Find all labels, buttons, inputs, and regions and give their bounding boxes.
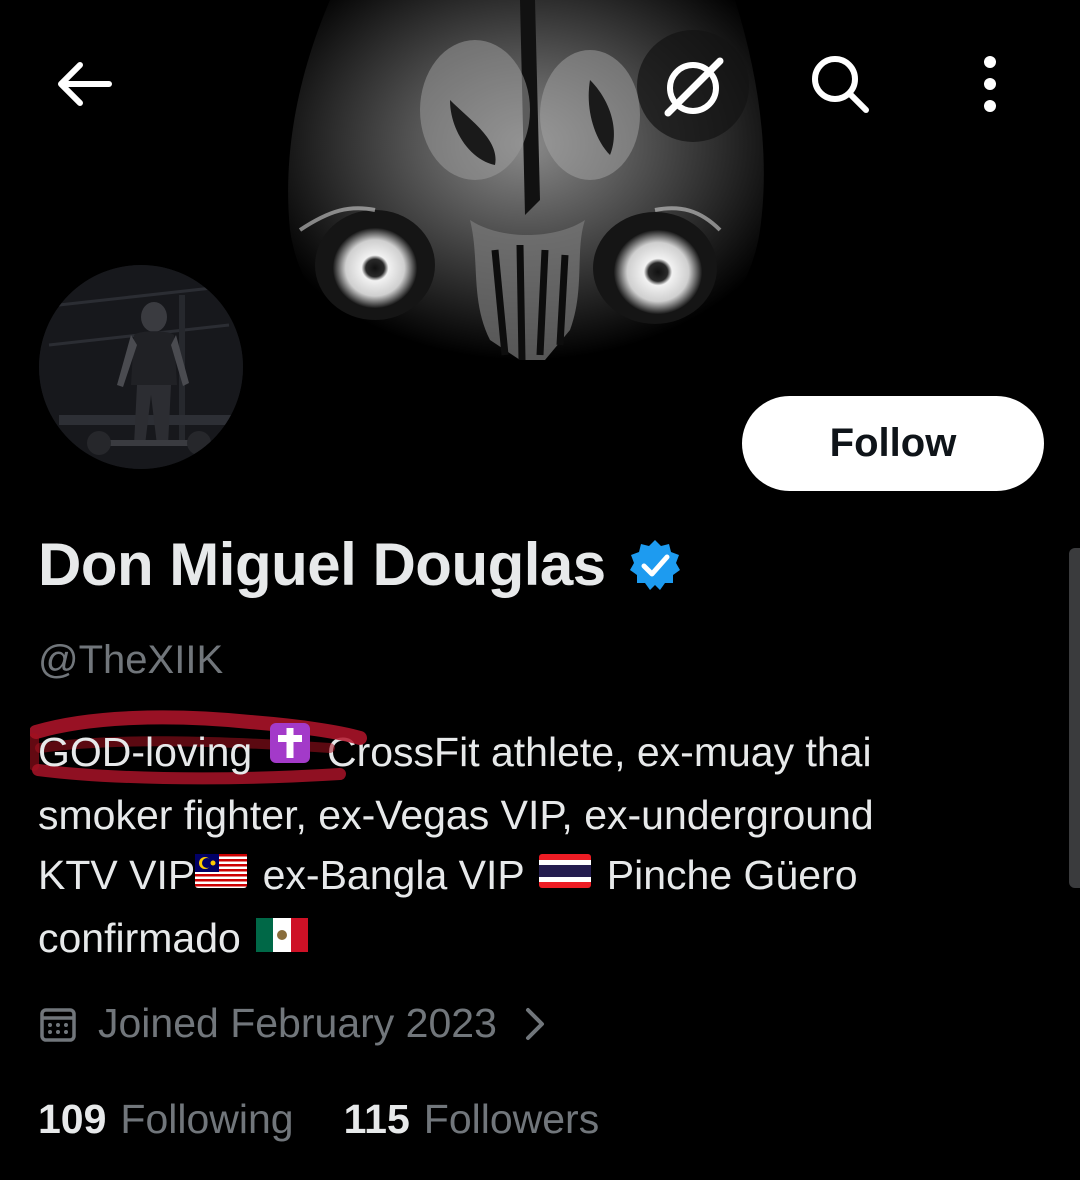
profile-stats: 109 Following 115 Followers — [38, 1096, 649, 1143]
search-icon — [812, 56, 869, 113]
bio-line-1: GOD-loving CrossFit athlete, ex-muay tha… — [30, 710, 1018, 785]
scrollbar[interactable] — [1069, 548, 1080, 888]
back-arrow-icon — [58, 62, 112, 106]
calendar-icon — [38, 1004, 78, 1044]
follow-button[interactable]: Follow — [742, 396, 1044, 491]
search-button[interactable] — [800, 44, 880, 124]
bio-text: CrossFit athlete, ex-muay thai — [326, 729, 872, 775]
verified-badge-icon[interactable] — [628, 538, 682, 592]
followers-link[interactable]: 115 Followers — [344, 1096, 600, 1143]
bio-text: KTV VIP — [38, 852, 196, 899]
bio-text: confirmado — [38, 915, 241, 962]
chevron-right-icon — [523, 1006, 547, 1042]
more-options-button[interactable] — [950, 44, 1030, 124]
avatar-image — [39, 265, 243, 469]
latin-cross-emoji — [268, 721, 312, 781]
profile-avatar[interactable] — [36, 262, 246, 472]
profile-bio: GOD-loving CrossFit athlete, ex-muay tha… — [30, 710, 1018, 972]
grok-button[interactable] — [637, 30, 749, 142]
thailand-flag-emoji — [539, 844, 592, 904]
malaysia-flag-emoji — [195, 844, 248, 904]
following-label: Following — [120, 1096, 294, 1142]
following-link[interactable]: 109 Following — [38, 1096, 294, 1143]
back-button[interactable] — [44, 44, 124, 124]
display-name: Don Miguel Douglas — [38, 531, 606, 598]
bio-text: Pinche Güero — [606, 852, 858, 899]
bio-line-3: KTV VIP ex-Bangla VIP Pinche Güero — [38, 845, 1018, 908]
bio-text: ex-Bangla VIP — [262, 852, 524, 899]
joined-date-row[interactable]: Joined February 2023 — [38, 1000, 547, 1047]
mexico-flag-emoji — [256, 908, 309, 968]
profile-name-row: Don Miguel Douglas — [38, 530, 682, 599]
highlighted-phrase: GOD-loving — [30, 710, 367, 785]
grok-icon — [664, 57, 724, 117]
followers-count: 115 — [343, 1096, 410, 1142]
joined-date: Joined February 2023 — [98, 1000, 497, 1046]
bio-line-2: smoker fighter, ex-Vegas VIP, ex-undergr… — [38, 792, 874, 839]
following-count: 109 — [38, 1096, 107, 1142]
followers-label: Followers — [423, 1096, 600, 1142]
more-vertical-icon — [984, 56, 996, 112]
bio-line-4: confirmado — [38, 908, 1018, 971]
profile-handle: @TheXIIK — [38, 638, 224, 682]
bio-highlighted-text: GOD-loving — [38, 729, 253, 775]
